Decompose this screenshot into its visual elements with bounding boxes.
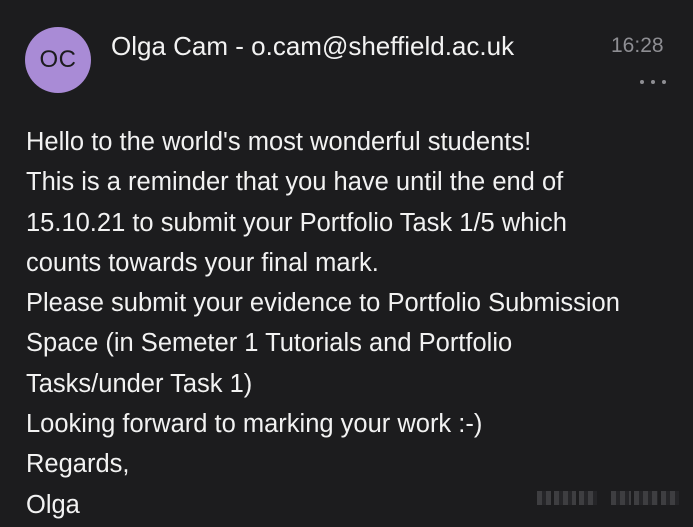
- message-body: Hello to the world's most wonderful stud…: [26, 122, 686, 525]
- blur-block: [554, 491, 576, 505]
- more-dot: [651, 80, 655, 84]
- sender-name: Olga Cam - o.cam@sheffield.ac.uk: [111, 31, 515, 61]
- blur-block: [611, 491, 631, 505]
- message-line: Please submit your evidence to Portfolio…: [26, 289, 620, 318]
- message-line: Regards,: [26, 450, 130, 479]
- avatar-initials: OC: [39, 46, 77, 73]
- blurred-watermark: [537, 487, 687, 509]
- message-line: Space (in Semeter 1 Tutorials and Portfo…: [26, 329, 513, 358]
- message-line: counts towards your final mark.: [26, 248, 379, 277]
- blur-block: [661, 491, 679, 505]
- message-line: Tasks/under Task 1): [26, 369, 253, 398]
- message-line: 15.10.21 to submit your Portfolio Task 1…: [26, 208, 567, 237]
- more-horizontal-icon[interactable]: [640, 74, 666, 90]
- blur-block: [579, 491, 597, 505]
- message-timestamp: 16:28: [611, 34, 664, 57]
- blur-block: [537, 491, 551, 505]
- avatar[interactable]: OC: [25, 27, 91, 93]
- blur-block: [634, 491, 658, 505]
- message-line: Hello to the world's most wonderful stud…: [26, 128, 532, 156]
- message-line: This is a reminder that you have until t…: [26, 168, 564, 197]
- more-dot: [662, 80, 666, 84]
- message-line: Looking forward to marking your work :-): [26, 410, 483, 439]
- message-card: OC Olga Cam - o.cam@sheffield.ac.uk 16:2…: [0, 0, 693, 527]
- more-dot: [640, 80, 644, 84]
